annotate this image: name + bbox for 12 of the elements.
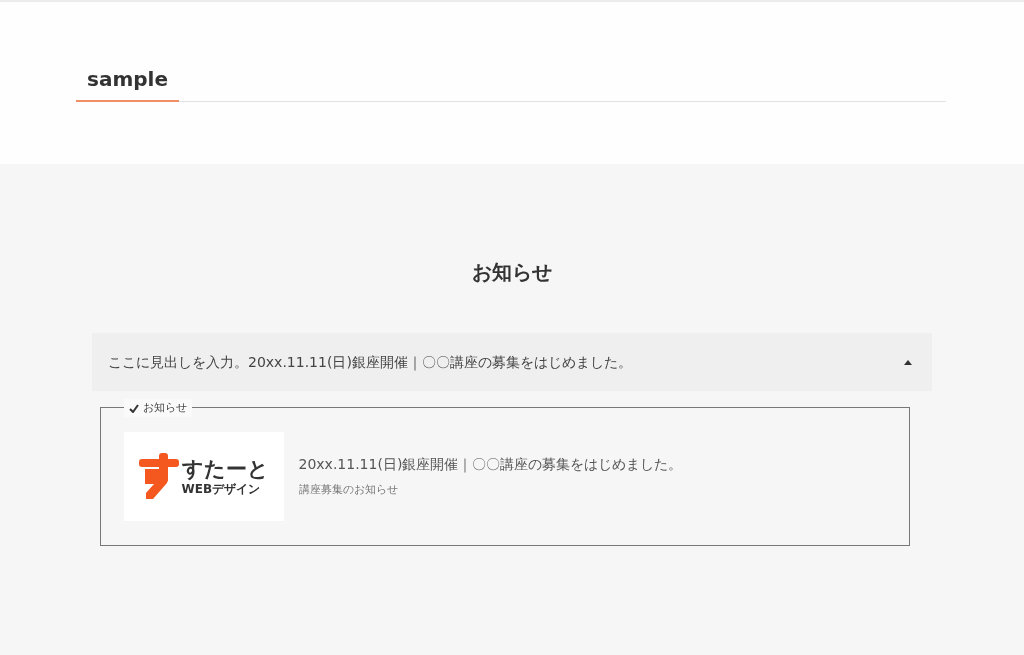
news-link[interactable]: 20xx.11.11(日)銀座開催｜〇〇講座の募集をはじめました。 — [298, 454, 683, 476]
category-text: お知らせ — [142, 399, 187, 416]
section-heading: お知らせ — [472, 259, 552, 286]
check-icon — [128, 403, 139, 413]
caret-icon — [904, 359, 912, 365]
accordion-header[interactable]: ここに見出しを入力。20xx.11.11(日)銀座開催｜〇〇講座の募集をはじめました。 — [92, 333, 932, 391]
news-excerpt: 講座募集のお知らせ — [298, 482, 399, 499]
logo-subtitle: WEBデザイン — [181, 482, 262, 495]
logo-name: すたーと — [181, 458, 269, 480]
accordion-title: ここに見出しを入力。20xx.11.11(日)銀座開催｜〇〇講座の募集をはじめました。 — [108, 352, 632, 373]
section-title: sample — [76, 64, 179, 102]
logo-mark-icon — [138, 452, 179, 501]
